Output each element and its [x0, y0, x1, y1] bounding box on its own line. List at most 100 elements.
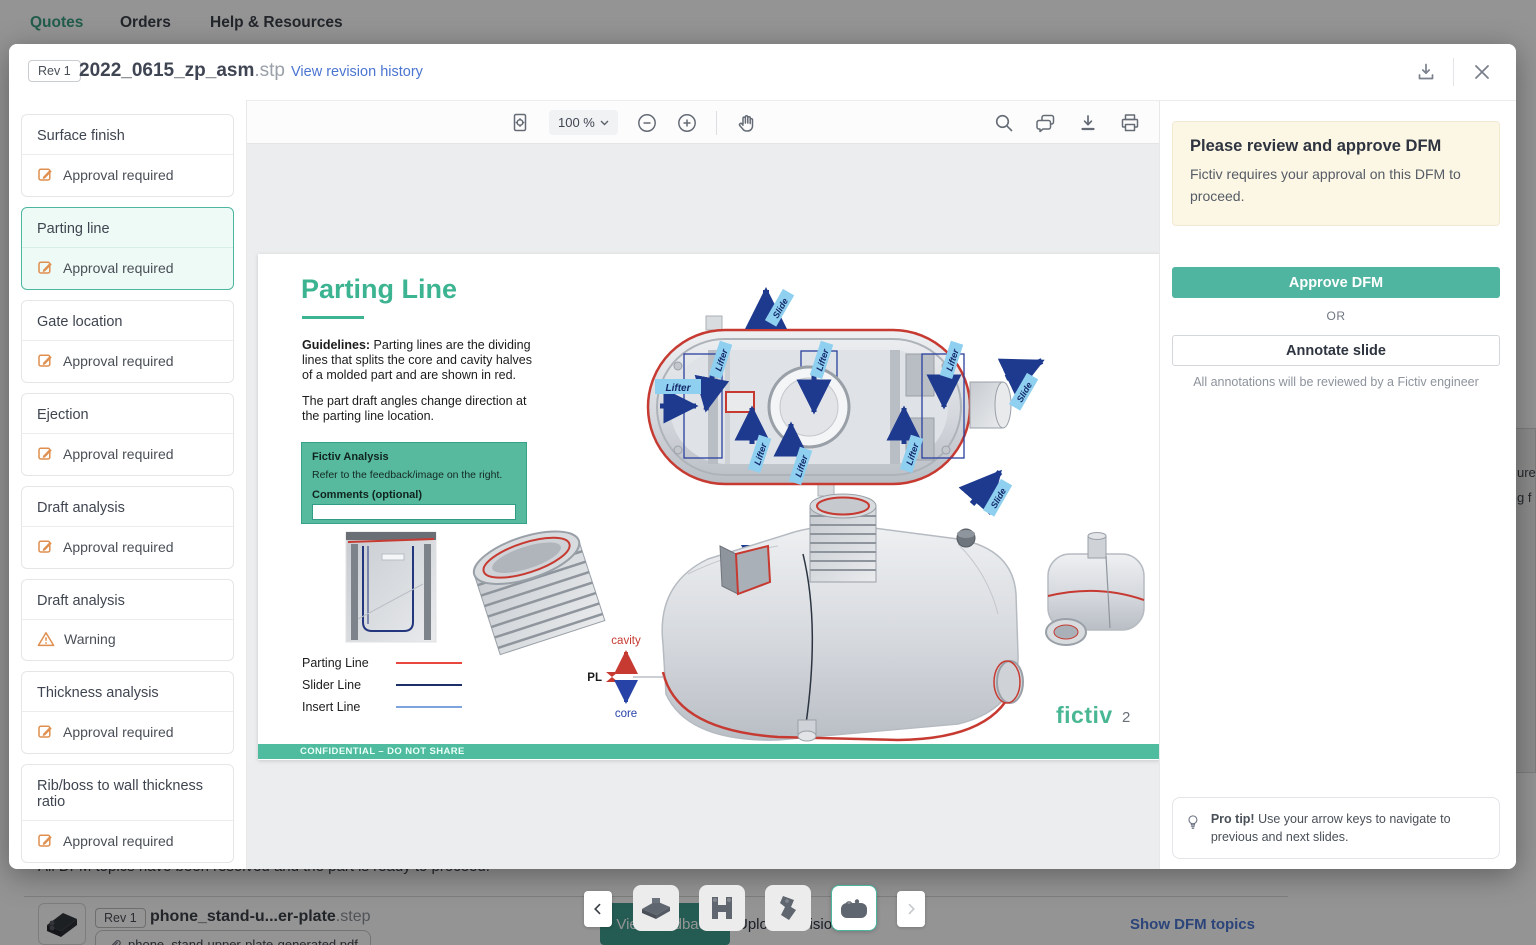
fictiv-analysis-box: Fictiv Analysis Refer to the feedback/im… [301, 442, 527, 524]
chevron-down-icon [600, 120, 609, 126]
part-thumbnail-plate[interactable] [633, 885, 679, 931]
pro-tip-box: Pro tip! Use your arrow keys to navigate… [1172, 797, 1500, 859]
edit-icon [37, 259, 54, 276]
slide-page-number: 2 [1122, 709, 1130, 726]
topic-title: Parting line [22, 208, 233, 248]
fit-page-icon[interactable] [509, 112, 531, 134]
svg-text:Lifter: Lifter [814, 347, 831, 372]
topic-title: Surface finish [22, 115, 233, 155]
approval-panel: Please review and approve DFM Fictiv req… [1159, 100, 1516, 869]
slide-title: Parting Line [301, 274, 457, 305]
svg-text:cavity: cavity [611, 635, 641, 647]
topic-title: Draft analysis [22, 487, 233, 527]
sidebar-item-rib-boss-to-wall-thickness-ratio[interactable]: Rib/boss to wall thickness ratioApproval… [21, 764, 234, 863]
sidebar-item-surface-finish[interactable]: Surface finishApproval required [21, 114, 234, 197]
edit-icon [37, 445, 54, 462]
or-divider: OR [1160, 309, 1512, 323]
warning-icon [37, 631, 55, 647]
pro-tip-text: Pro tip! Use your arrow keys to navigate… [1211, 810, 1485, 846]
zoom-out-icon[interactable] [636, 112, 658, 134]
fictiv-logo: fictiv [1056, 702, 1113, 729]
slide-arrows [762, 290, 1042, 584]
dfm-topic-list: Surface finishApproval requiredParting l… [9, 100, 247, 869]
cad-main-part [662, 494, 1023, 741]
cad-threaded-boss [468, 521, 605, 655]
guidelines-text-2: The part draft angles change direction a… [302, 394, 536, 424]
approval-body: Fictiv requires your approval on this DF… [1190, 164, 1482, 207]
topic-status: Approval required [22, 712, 233, 753]
zoom-in-icon[interactable] [676, 112, 698, 134]
topic-status: Warning [22, 620, 233, 660]
parting-line-diagram: cavity PL core [587, 635, 664, 720]
confidential-bar: CONFIDENTIAL – DO NOT SHARE [258, 744, 1160, 759]
edit-icon [37, 538, 54, 555]
part-thumbnail-bracket[interactable] [699, 885, 745, 931]
part-thumbnail-box[interactable] [831, 885, 877, 931]
sidebar-item-gate-location[interactable]: Gate locationApproval required [21, 300, 234, 383]
rev-badge: Rev 1 [28, 60, 81, 82]
topic-title: Gate location [22, 301, 233, 341]
header-separator [1453, 58, 1454, 86]
guidelines-text: Guidelines: Parting lines are the dividi… [302, 338, 536, 382]
view-revision-history-link[interactable]: View revision history [291, 64, 423, 80]
zoom-level-dropdown[interactable]: 100 % [549, 110, 618, 135]
edit-icon [37, 832, 54, 849]
approve-dfm-button[interactable]: Approve DFM [1172, 267, 1500, 298]
sidebar-item-ejection[interactable]: EjectionApproval required [21, 393, 234, 476]
title-underline [302, 316, 364, 319]
comments-input[interactable] [312, 504, 516, 520]
line-legend: Parting LineSlider LineInsert Line [302, 652, 462, 718]
svg-text:core: core [615, 708, 637, 720]
edit-icon [37, 166, 54, 183]
lightbulb-icon [1185, 810, 1201, 834]
topic-title: Thickness analysis [22, 672, 233, 712]
edit-icon [37, 723, 54, 740]
approval-callout: Please review and approve DFM Fictiv req… [1172, 121, 1500, 226]
topic-status: Approval required [22, 821, 233, 862]
topic-status: Approval required [22, 155, 233, 196]
legend-row: Parting Line [302, 652, 462, 674]
svg-text:Lifter: Lifter [793, 453, 810, 478]
svg-text:Lifter: Lifter [904, 441, 921, 466]
sidebar-item-draft-analysis[interactable]: Draft analysisWarning [21, 579, 234, 661]
search-icon[interactable] [993, 112, 1015, 134]
svg-text:Lifter: Lifter [752, 441, 769, 466]
comments-label: Comments (optional) [312, 489, 516, 501]
legend-row: Insert Line [302, 696, 462, 718]
topic-title: Ejection [22, 394, 233, 434]
topic-title: Rib/boss to wall thickness ratio [22, 765, 233, 821]
carousel-next-button[interactable] [897, 891, 925, 927]
topic-status: Approval required [22, 527, 233, 568]
pdf-viewer: 100 % [247, 100, 1159, 869]
viewer-canvas: Parting Line Guidelines: Parting lines a… [247, 144, 1159, 869]
slide-tags: Slide Slide Slide Slide [733, 289, 1038, 583]
download-icon[interactable] [1414, 60, 1438, 84]
svg-text:Slide: Slide [989, 486, 1008, 510]
modal-title: 2022_0615_zp_asm.stp [79, 60, 285, 82]
chevron-left-icon [590, 901, 606, 917]
screen: Quotes Orders Help & Resources All DFM t… [0, 0, 1536, 945]
close-icon[interactable] [1470, 60, 1494, 84]
part-thumbnail-clip[interactable] [765, 885, 811, 931]
carousel-prev-button[interactable] [584, 891, 612, 927]
sidebar-item-thickness-analysis[interactable]: Thickness analysisApproval required [21, 671, 234, 754]
svg-text:Slide: Slide [771, 296, 790, 320]
analysis-title: Fictiv Analysis [312, 451, 516, 463]
lifter-arrows [660, 372, 944, 456]
cad-side-part [1046, 533, 1144, 646]
topic-status: Approval required [22, 434, 233, 475]
print-icon[interactable] [1119, 112, 1141, 134]
toolbar-separator [716, 111, 717, 135]
annotate-slide-button[interactable]: Annotate slide [1172, 335, 1500, 366]
dfm-slide: Parting Line Guidelines: Parting lines a… [258, 254, 1160, 760]
edit-icon [37, 352, 54, 369]
sidebar-item-parting-line[interactable]: Parting lineApproval required [21, 207, 234, 290]
download-icon[interactable] [1077, 112, 1099, 134]
topic-status: Approval required [22, 248, 233, 289]
sidebar-item-draft-analysis[interactable]: Draft analysisApproval required [21, 486, 234, 569]
comments-icon[interactable] [1035, 112, 1057, 134]
svg-text:Slide: Slide [1015, 380, 1034, 404]
cad-slider-detail [346, 532, 436, 642]
pan-hand-icon[interactable] [735, 112, 757, 134]
legend-row: Slider Line [302, 674, 462, 696]
